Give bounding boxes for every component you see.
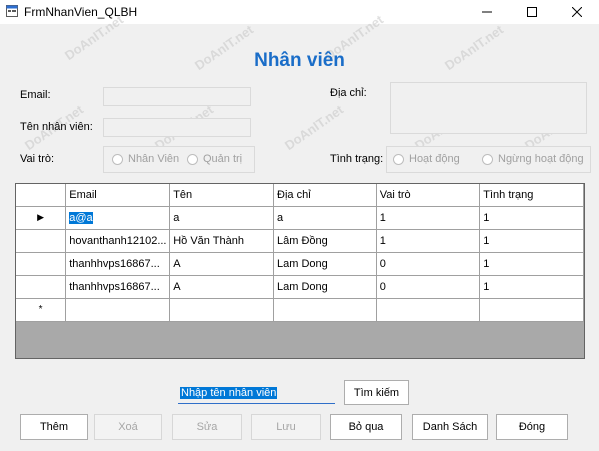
- cell-status[interactable]: 1: [479, 252, 584, 276]
- column-header-address[interactable]: Địa chỉ: [273, 184, 377, 207]
- search-button[interactable]: Tìm kiếm: [344, 380, 409, 405]
- cell-email[interactable]: thanhhvps16867...: [65, 275, 171, 299]
- grid-corner-cell[interactable]: [16, 184, 67, 207]
- row-header[interactable]: [16, 252, 67, 276]
- app-icon: [6, 5, 18, 17]
- name-field[interactable]: [103, 118, 251, 137]
- status-label: Tình trạng:: [330, 153, 384, 165]
- row-header[interactable]: [16, 275, 67, 299]
- cell-role[interactable]: 1: [376, 206, 481, 230]
- address-field[interactable]: [390, 82, 587, 134]
- cell-name[interactable]: A: [169, 252, 275, 276]
- minimize-icon: [482, 11, 492, 13]
- radio-circle-icon: [393, 153, 404, 165]
- skip-button[interactable]: Bỏ qua: [330, 414, 402, 440]
- cell-role[interactable]: 0: [376, 275, 481, 299]
- table-row[interactable]: ▶ a@a a a 1 1: [16, 206, 584, 230]
- window-title: FrmNhanVien_QLBH: [24, 5, 138, 19]
- new-row[interactable]: *: [16, 298, 584, 322]
- table-row[interactable]: hovanthanh12102... Hồ Văn Thành Lâm Đồng…: [16, 229, 584, 253]
- role-option-admin[interactable]: Quản trị: [187, 153, 242, 165]
- cell-email: a@a: [69, 211, 93, 224]
- role-option-label: Quản trị: [203, 153, 243, 165]
- minimize-button[interactable]: [465, 0, 509, 24]
- page-title: Nhân viên: [254, 50, 345, 71]
- close-button[interactable]: Đóng: [496, 414, 568, 440]
- title-bar[interactable]: FrmNhanVien_QLBH: [0, 0, 599, 24]
- cell-address[interactable]: Lâm Đồng: [273, 229, 377, 253]
- cell-role[interactable]: 0: [376, 252, 481, 276]
- close-window-button[interactable]: [555, 0, 599, 24]
- grid-table: Email Tên Địa chỉ Vai trò Tình trạng ▶ a…: [16, 184, 584, 322]
- new-cell[interactable]: [479, 298, 584, 322]
- new-cell[interactable]: [376, 298, 481, 322]
- address-label: Địa chỉ:: [330, 87, 367, 99]
- email-label: Email:: [20, 89, 51, 101]
- role-option-label: Nhân Viên: [128, 153, 180, 165]
- cell-status[interactable]: 1: [479, 275, 584, 299]
- table-row[interactable]: thanhhvps16867... A Lam Dong 0 1: [16, 275, 584, 299]
- cell-name[interactable]: A: [169, 275, 275, 299]
- column-header-name[interactable]: Tên: [169, 184, 275, 207]
- row-header[interactable]: [16, 229, 67, 253]
- grid-header-row: Email Tên Địa chỉ Vai trò Tình trạng: [16, 184, 584, 207]
- main-window: FrmNhanVien_QLBH DoAnIT.net DoAnIT.net D…: [0, 0, 599, 451]
- new-cell[interactable]: [65, 298, 171, 322]
- search-input-text: Nhập tên nhân viên: [180, 387, 278, 399]
- employee-grid[interactable]: Email Tên Địa chỉ Vai trò Tình trạng ▶ a…: [15, 183, 585, 359]
- radio-circle-icon: [482, 153, 493, 165]
- status-option-active[interactable]: Hoạt động: [393, 153, 460, 165]
- cell-address[interactable]: Lam Dong: [273, 252, 377, 276]
- cell-status[interactable]: 1: [479, 229, 584, 253]
- close-icon: [572, 7, 582, 17]
- new-cell[interactable]: [169, 298, 275, 322]
- cell-email[interactable]: thanhhvps16867...: [65, 252, 171, 276]
- status-option-label: Hoạt động: [409, 153, 460, 165]
- table-row[interactable]: thanhhvps16867... A Lam Dong 0 1: [16, 252, 584, 276]
- column-header-role[interactable]: Vai trò: [376, 184, 481, 207]
- name-label: Tên nhân viên:: [20, 121, 93, 133]
- radio-circle-icon: [187, 153, 198, 165]
- maximize-button[interactable]: [510, 0, 554, 24]
- edit-button[interactable]: Sửa: [172, 414, 242, 440]
- cell-address[interactable]: a: [273, 206, 377, 230]
- watermark: DoAnIT.net: [281, 101, 347, 154]
- cell-status[interactable]: 1: [479, 206, 584, 230]
- status-option-label: Ngừng hoạt động: [498, 153, 584, 165]
- save-button[interactable]: Lưu: [251, 414, 321, 440]
- add-button[interactable]: Thêm: [20, 414, 88, 440]
- cell-name[interactable]: Hồ Văn Thành: [169, 229, 275, 253]
- role-label: Vai trò:: [20, 153, 55, 165]
- search-input[interactable]: Nhập tên nhân viên: [178, 384, 335, 404]
- new-row-indicator-icon[interactable]: *: [16, 298, 67, 322]
- radio-circle-icon: [112, 153, 123, 165]
- maximize-icon: [527, 7, 537, 17]
- column-header-status[interactable]: Tình trạng: [479, 184, 584, 207]
- cell-role[interactable]: 1: [376, 229, 481, 253]
- column-header-email[interactable]: Email: [65, 184, 171, 207]
- cell-name[interactable]: a: [169, 206, 275, 230]
- list-button[interactable]: Danh Sách: [412, 414, 488, 440]
- table-cell[interactable]: a@a: [65, 206, 171, 230]
- cell-email[interactable]: hovanthanh12102...: [65, 229, 171, 253]
- delete-button[interactable]: Xoá: [94, 414, 162, 440]
- role-option-employee[interactable]: Nhân Viên: [112, 153, 179, 165]
- status-option-inactive[interactable]: Ngừng hoạt động: [482, 153, 584, 165]
- new-cell[interactable]: [273, 298, 377, 322]
- current-row-indicator-icon[interactable]: ▶: [16, 206, 67, 230]
- email-field[interactable]: [103, 87, 251, 106]
- cell-address[interactable]: Lam Dong: [273, 275, 377, 299]
